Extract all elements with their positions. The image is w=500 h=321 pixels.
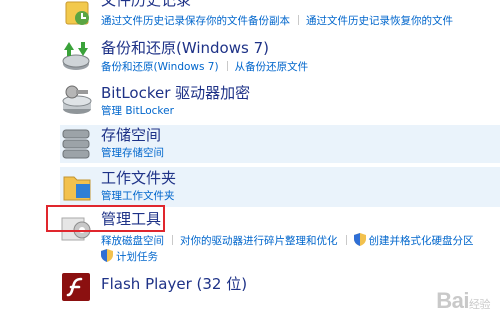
bitlocker-title[interactable]: BitLocker 驱动器加密 xyxy=(101,84,250,102)
shield-icon xyxy=(101,249,113,262)
backup-restore-item: 备份和还原(Windows 7) 备份和还原(Windows 7) 从备份还原文件 xyxy=(0,38,500,78)
shield-icon xyxy=(353,233,366,246)
manage-storage-link[interactable]: 管理存储空间 xyxy=(101,147,164,159)
work-folders-item: 工作文件夹 管理工作文件夹 xyxy=(0,167,500,207)
backup-restore-link[interactable]: 备份和还原(Windows 7) xyxy=(101,61,219,73)
file-history-title[interactable]: 文件历史记录 xyxy=(101,0,191,9)
manage-work-folders-link[interactable]: 管理工作文件夹 xyxy=(101,190,175,202)
free-disk-space-link[interactable]: 释放磁盘空间 xyxy=(101,235,164,247)
file-history-backup-link[interactable]: 通过文件历史记录保存你的文件备份副本 xyxy=(101,15,290,27)
watermark: Bai经验 xyxy=(436,288,490,313)
work-folders-icon xyxy=(63,176,91,201)
task-scheduler-link[interactable]: 计划任务 xyxy=(116,251,158,263)
work-folders-title[interactable]: 工作文件夹 xyxy=(101,169,176,187)
storage-spaces-title[interactable]: 存储空间 xyxy=(101,126,161,144)
highlight-box xyxy=(46,205,165,232)
defrag-optimize-link[interactable]: 对你的驱动器进行碎片整理和优化 xyxy=(180,235,338,247)
file-history-icon xyxy=(65,1,89,25)
flash-player-item: Flash Player (32 位) xyxy=(0,270,500,306)
storage-spaces-item: 存储空间 管理存储空间 xyxy=(0,125,500,163)
file-history-restore-link[interactable]: 通过文件历史记录恢复你的文件 xyxy=(306,15,453,27)
storage-spaces-icon xyxy=(62,129,90,159)
manage-bitlocker-link[interactable]: 管理 BitLocker xyxy=(101,105,174,117)
file-history-item: 文件历史记录 通过文件历史记录保存你的文件备份副本 通过文件历史记录恢复你的文件 xyxy=(0,0,500,36)
bitlocker-icon xyxy=(62,85,92,114)
flash-player-icon xyxy=(62,273,90,301)
restore-files-link[interactable]: 从备份还原文件 xyxy=(235,61,309,73)
flash-player-title[interactable]: Flash Player (32 位) xyxy=(101,275,247,293)
create-format-partition-link[interactable]: 创建并格式化硬盘分区 xyxy=(369,235,474,247)
backup-restore-title[interactable]: 备份和还原(Windows 7) xyxy=(101,39,269,57)
bitlocker-item: BitLocker 驱动器加密 管理 BitLocker xyxy=(0,80,500,120)
backup-restore-icon xyxy=(62,42,90,70)
